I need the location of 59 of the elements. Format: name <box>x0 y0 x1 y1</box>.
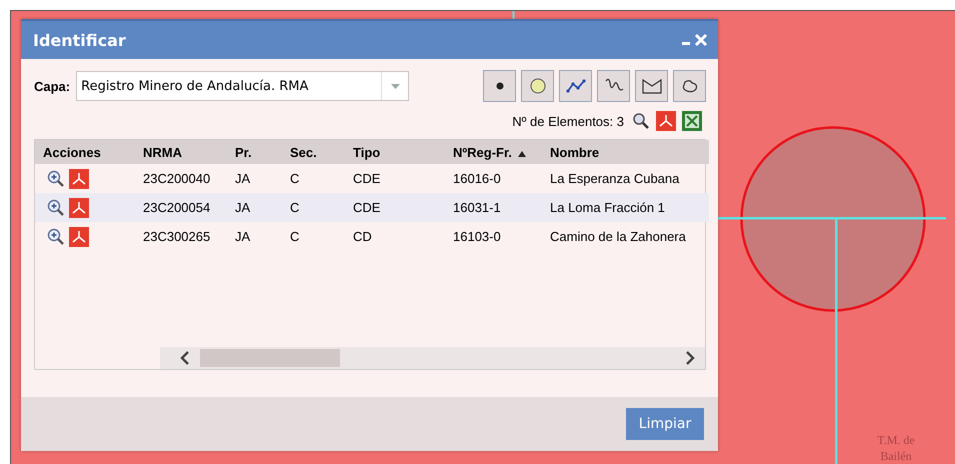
table-row[interactable]: 23C300265 JA C CD 16103-0 Camino de la Zahonera <box>35 222 709 251</box>
table-cell: 16031-1 <box>445 193 542 222</box>
polygon-icon <box>640 78 662 94</box>
pdf-icon[interactable] <box>69 168 89 188</box>
column-header[interactable]: Nombre <box>542 140 709 164</box>
spreadsheet-icon[interactable] <box>682 111 702 131</box>
draw-tool-button[interactable] <box>673 70 706 102</box>
circle-icon <box>530 78 546 94</box>
table-cell: 23C200040 <box>135 164 227 193</box>
table-cell: CD <box>345 222 445 251</box>
dialog-title: Identificar <box>33 30 126 50</box>
table-cell: Camino de la Zahonera <box>542 222 709 251</box>
table-cell: JA <box>227 222 282 251</box>
table-cell: C <box>282 164 345 193</box>
pdf-icon[interactable] <box>656 111 676 131</box>
table-cell: La Esperanza Cubana <box>542 164 709 193</box>
table-cell: JA <box>227 193 282 222</box>
table-cell: JA <box>227 164 282 193</box>
clear-button[interactable]: Limpiar <box>626 408 704 440</box>
column-header[interactable]: Acciones <box>35 140 135 164</box>
table-row[interactable]: 23C200054 JA C CDE 16031-1 La Loma Fracción 1 <box>35 193 709 222</box>
table-row[interactable]: 23C200040 JA C CDE 16016-0 La Esperanza Cubana <box>35 164 709 193</box>
table-cell: 23C300265 <box>135 222 227 251</box>
map-label: T.M. de Bailén <box>876 433 916 464</box>
element-count: Nº de Elementos: 3 <box>512 114 624 128</box>
pdf-icon[interactable] <box>69 226 89 246</box>
draw-tool-button[interactable] <box>521 70 554 102</box>
draw-tool-button[interactable] <box>483 70 516 102</box>
scroll-right-icon[interactable] <box>685 351 695 365</box>
table-cell: La Loma Fracción 1 <box>542 193 709 222</box>
zoom-in-icon[interactable] <box>47 198 65 216</box>
close-icon[interactable] <box>694 33 708 47</box>
pdf-icon[interactable] <box>69 198 89 218</box>
table-cell: C <box>282 222 345 251</box>
column-header[interactable]: Pr. <box>227 140 282 164</box>
zoom-in-icon[interactable] <box>47 228 65 246</box>
horizontal-scrollbar[interactable] <box>160 347 705 369</box>
column-header[interactable]: Tipo <box>345 140 445 164</box>
layer-label: Capa: <box>34 78 70 94</box>
table-cell: 16016-0 <box>445 164 542 193</box>
table-cell: C <box>282 193 345 222</box>
table-cell: 23C200054 <box>135 193 227 222</box>
scroll-left-icon[interactable] <box>180 351 190 365</box>
table-cell: 16103-0 <box>445 222 542 251</box>
draw-tool-button[interactable] <box>635 70 668 102</box>
point-icon <box>496 82 504 90</box>
table-cell: CDE <box>345 193 445 222</box>
column-header[interactable]: NºReg-Fr. <box>445 140 542 164</box>
polyline-icon <box>566 79 586 93</box>
layer-dropdown[interactable]: Registro Minero de Andalucía. RMA <box>76 71 410 101</box>
table-cell: CDE <box>345 164 445 193</box>
column-header[interactable]: Sec. <box>282 140 345 164</box>
freeform-shape-icon <box>680 79 698 93</box>
draw-tool-button[interactable] <box>597 70 630 102</box>
dropdown-arrow-icon <box>390 84 400 88</box>
zoom-in-icon[interactable] <box>47 170 65 188</box>
draw-tool-button[interactable] <box>559 70 592 102</box>
column-header[interactable]: NRMA <box>135 140 227 164</box>
zoom-icon[interactable] <box>632 112 650 130</box>
